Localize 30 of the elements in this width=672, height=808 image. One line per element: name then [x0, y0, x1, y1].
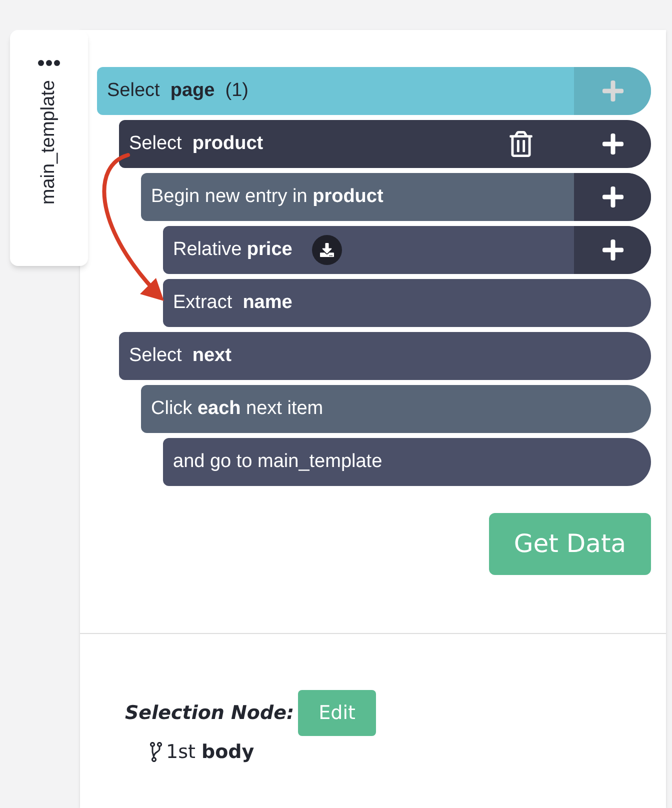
step-label: Select page (1) — [106, 78, 249, 103]
tab-label: main_template — [36, 80, 60, 205]
step-label: and go to main_template — [172, 450, 382, 474]
step-row[interactable]: Select page (1) — [97, 67, 651, 115]
plus-icon — [600, 132, 624, 156]
step-label: Relative price — [172, 238, 292, 262]
step-row[interactable]: Click each next item — [141, 385, 651, 433]
plus-icon — [600, 185, 624, 209]
template-tab[interactable]: main_template — [10, 30, 88, 266]
step-row[interactable]: Select next — [119, 332, 651, 380]
step-row[interactable]: Extract name — [163, 279, 651, 327]
branch-icon — [150, 742, 162, 762]
download-icon[interactable] — [312, 235, 342, 265]
node-path: 1st body — [166, 740, 254, 765]
step-row[interactable]: Select product — [119, 120, 651, 168]
add-button[interactable] — [574, 226, 651, 274]
plus-icon — [600, 238, 624, 262]
more-icon[interactable] — [38, 60, 60, 66]
add-button[interactable] — [574, 173, 651, 221]
step-row[interactable]: Relative price — [163, 226, 651, 274]
step-label: Select product — [128, 132, 264, 156]
trash-icon[interactable] — [508, 131, 534, 157]
step-row[interactable]: and go to main_template — [163, 438, 651, 486]
step-label: Extract name — [172, 290, 292, 315]
plus-icon — [600, 79, 624, 103]
step-label: Begin new entry in product — [150, 184, 384, 209]
selection-node-label: Selection Node: — [125, 700, 294, 726]
step-label: Select next — [128, 344, 232, 368]
step-label: Click each next item — [150, 396, 324, 421]
step-row[interactable]: Begin new entry in product — [141, 173, 651, 221]
